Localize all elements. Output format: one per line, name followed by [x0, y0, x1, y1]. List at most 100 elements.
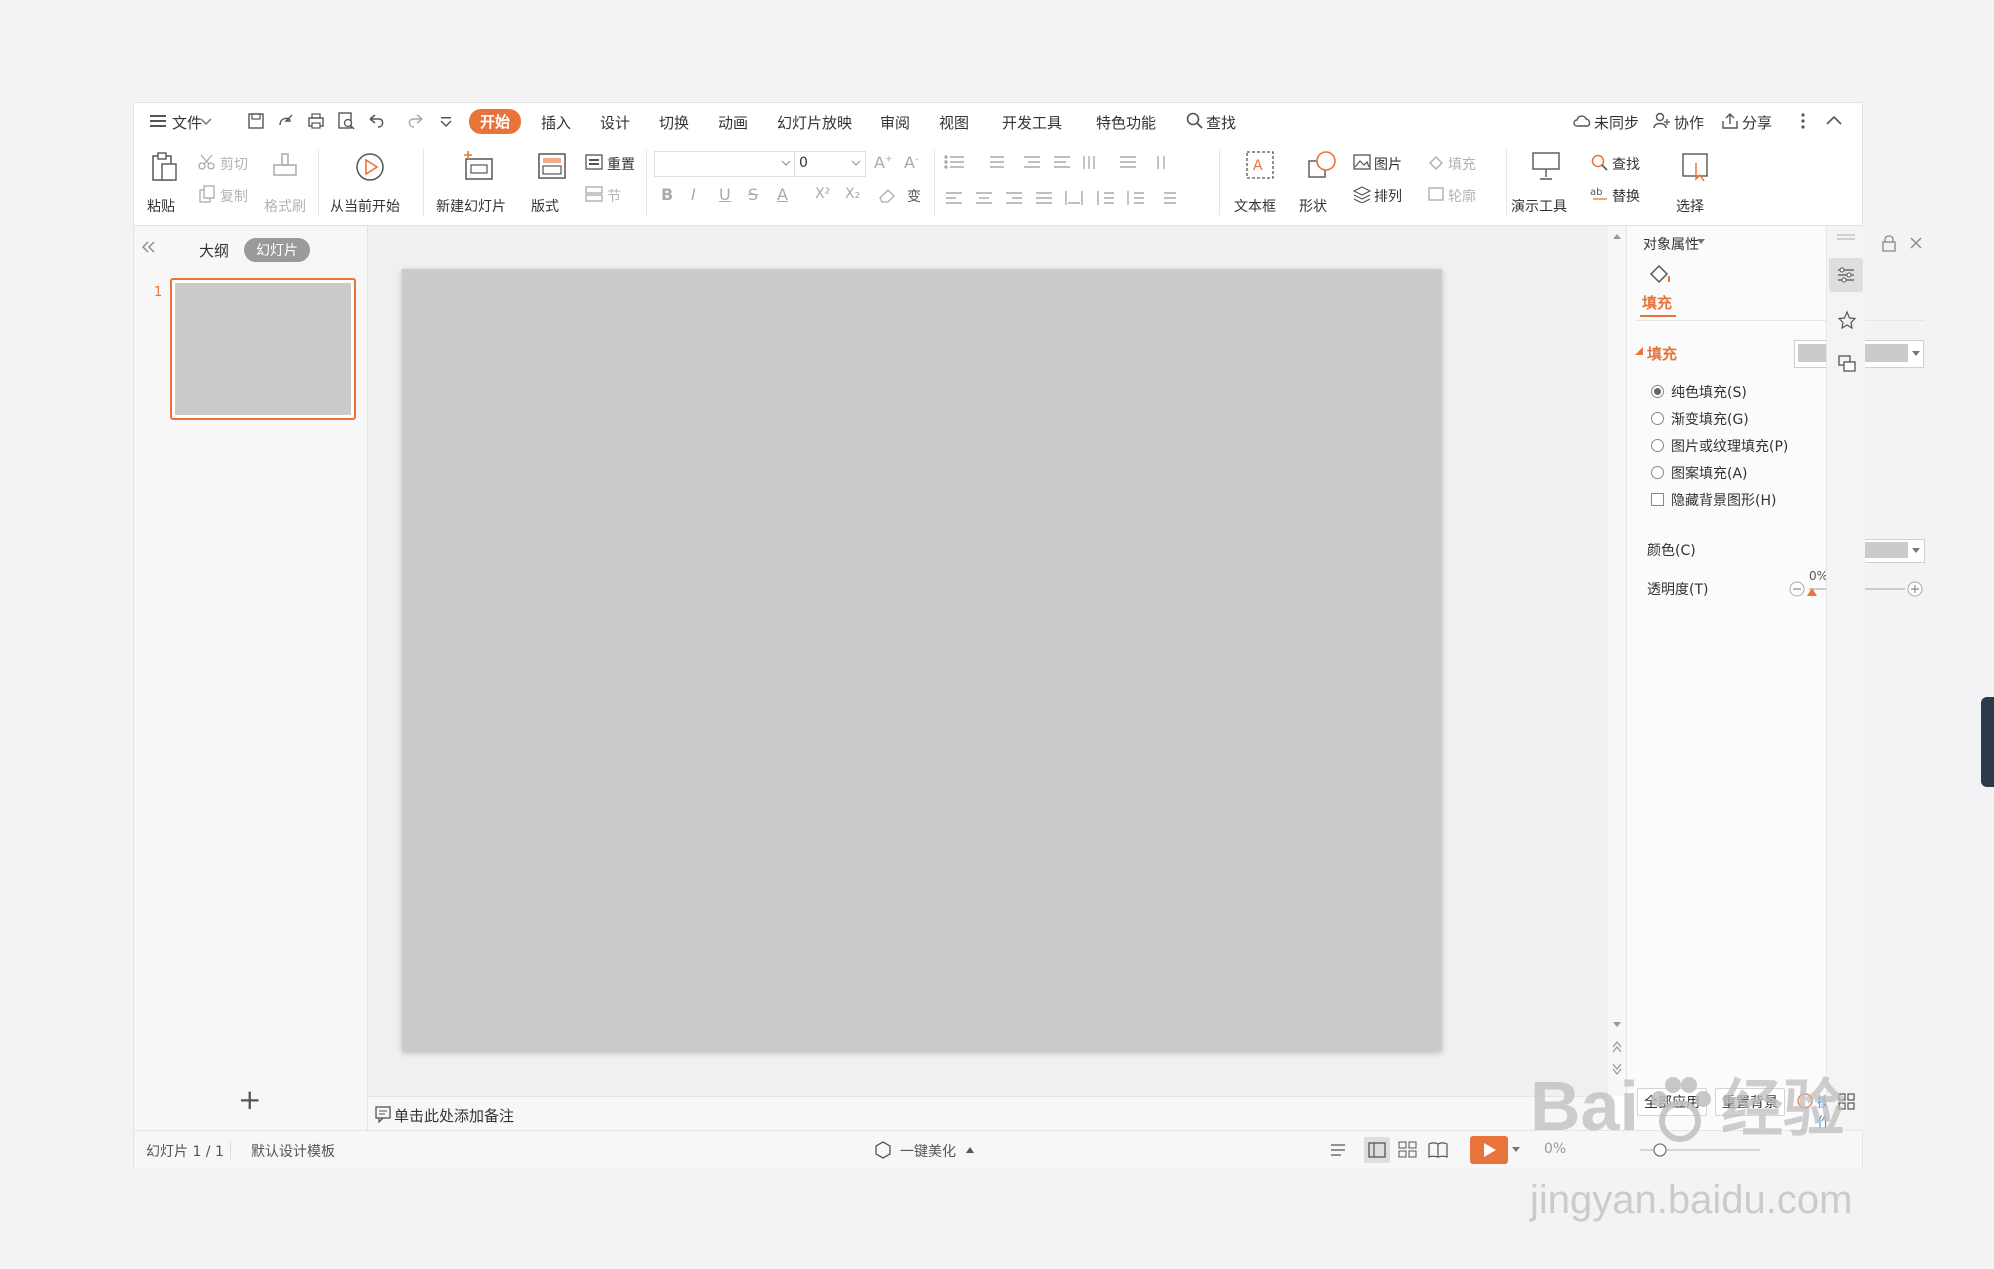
undo-icon[interactable] — [366, 111, 386, 131]
fill-button[interactable]: 填充 — [1448, 154, 1476, 174]
font-color-button[interactable]: A — [777, 185, 788, 204]
tab-transitions[interactable]: 切换 — [659, 112, 689, 133]
reset-icon[interactable] — [584, 153, 604, 171]
arrange-button[interactable]: 排列 — [1374, 186, 1402, 206]
gradient-fill-radio[interactable] — [1651, 412, 1664, 425]
strikethrough-button[interactable]: S — [748, 185, 758, 204]
play-slideshow-button[interactable] — [1470, 1136, 1508, 1164]
paste-icon[interactable] — [150, 151, 180, 183]
select-button[interactable]: 选择 — [1676, 196, 1704, 216]
eraser-icon[interactable] — [877, 186, 897, 204]
hide-background-checkbox[interactable] — [1651, 493, 1664, 506]
bold-button[interactable]: B — [661, 185, 673, 204]
replace-button[interactable]: 替换 — [1612, 186, 1640, 206]
hide-background-label[interactable]: 隐藏背景图形(H) — [1671, 490, 1776, 510]
fill-section-title[interactable]: 填充 — [1647, 343, 1677, 364]
shape-button[interactable]: 形状 — [1299, 196, 1327, 216]
notes-toggle-icon[interactable] — [1329, 1141, 1351, 1159]
scroll-up-icon[interactable] — [1612, 232, 1622, 240]
find-icon[interactable] — [1590, 153, 1610, 171]
section-button[interactable]: 节 — [607, 186, 621, 206]
solid-fill-radio[interactable] — [1651, 385, 1664, 398]
tab-fill[interactable]: 填充 — [1642, 292, 1672, 313]
sync-status[interactable]: 未同步 — [1594, 112, 1639, 133]
collapse-triangle-icon[interactable] — [1635, 347, 1643, 355]
picture-button[interactable]: 图片 — [1374, 154, 1402, 174]
more-vertical-icon[interactable] — [1798, 111, 1818, 131]
solid-fill-label[interactable]: 纯色填充(S) — [1671, 382, 1747, 402]
cut-button[interactable]: 剪切 — [220, 154, 248, 174]
tab-animations[interactable]: 动画 — [718, 112, 748, 133]
customize-dropdown-icon[interactable] — [439, 111, 459, 131]
section-icon[interactable] — [584, 185, 604, 203]
tab-design[interactable]: 设计 — [600, 112, 630, 133]
side-widget-tab[interactable] — [1981, 697, 1994, 787]
play-from-current-icon[interactable] — [354, 151, 386, 183]
textbox-button[interactable]: 文本框 — [1234, 196, 1276, 216]
file-menu[interactable]: 文件 — [172, 112, 202, 133]
picture-icon[interactable] — [1352, 153, 1372, 171]
tab-slides[interactable]: 幻灯片 — [244, 238, 310, 262]
reset-button[interactable]: 重置 — [607, 154, 635, 174]
select-icon[interactable] — [1680, 149, 1712, 183]
increase-font-icon[interactable]: A+ — [874, 153, 893, 172]
cut-icon[interactable] — [198, 153, 216, 171]
transition-icon[interactable] — [1837, 354, 1857, 374]
new-slide-icon[interactable] — [462, 149, 496, 183]
tab-home[interactable]: 开始 — [469, 109, 522, 134]
decrease-font-icon[interactable]: A- — [904, 153, 918, 172]
export-icon[interactable] — [276, 111, 296, 131]
share-button[interactable]: 分享 — [1742, 112, 1772, 133]
layout-button[interactable]: 版式 — [531, 196, 559, 216]
new-slide-button[interactable]: 新建幻灯片 — [436, 196, 506, 216]
arrange-icon[interactable] — [1352, 185, 1372, 203]
tab-developer[interactable]: 开发工具 — [1002, 112, 1062, 133]
text-effect-button[interactable]: 变 — [907, 186, 921, 206]
tab-insert[interactable]: 插入 — [541, 112, 571, 133]
chevron-down-icon[interactable] — [1512, 1147, 1520, 1153]
template-name[interactable]: 默认设计模板 — [251, 1141, 335, 1161]
chevron-up-icon[interactable] — [966, 1147, 974, 1153]
tab-features[interactable]: 特色功能 — [1096, 112, 1156, 133]
previous-slide-icon[interactable] — [1612, 1040, 1622, 1054]
slide-thumbnail[interactable] — [170, 278, 356, 420]
notes-bar[interactable]: 单击此处添加备注 — [368, 1096, 1608, 1131]
pane-title[interactable]: 对象属性 — [1643, 234, 1699, 254]
outline-button[interactable]: 轮廓 — [1448, 186, 1476, 206]
collaborate-icon[interactable] — [1652, 111, 1672, 131]
textbox-icon[interactable]: A — [1244, 149, 1276, 183]
paste-button[interactable]: 粘贴 — [147, 196, 175, 216]
underline-button[interactable]: U — [719, 185, 731, 204]
superscript-button[interactable]: X² — [815, 186, 830, 202]
cloud-sync-icon[interactable] — [1572, 111, 1592, 131]
replace-icon[interactable]: ab — [1590, 185, 1610, 203]
scroll-down-icon[interactable] — [1612, 1021, 1622, 1029]
layout-icon[interactable] — [536, 151, 568, 181]
vertical-scrollbar[interactable] — [1608, 226, 1626, 1096]
subscript-button[interactable]: X₂ — [845, 186, 860, 202]
hamburger-icon[interactable] — [150, 113, 170, 133]
copy-icon[interactable] — [198, 185, 216, 203]
search-icon[interactable] — [1186, 112, 1206, 132]
copy-button[interactable]: 复制 — [220, 186, 248, 206]
normal-view-button[interactable] — [1364, 1137, 1390, 1163]
outline-icon[interactable] — [1426, 185, 1446, 203]
collapse-panel-icon[interactable] — [140, 240, 156, 254]
minus-icon[interactable] — [1789, 581, 1805, 597]
chevron-down-icon[interactable] — [200, 117, 220, 137]
font-size-input[interactable]: 0 — [794, 151, 866, 177]
collapse-ribbon-icon[interactable] — [1824, 111, 1844, 131]
shape-icon[interactable] — [1306, 149, 1338, 183]
pattern-fill-label[interactable]: 图案填充(A) — [1671, 463, 1748, 483]
print-icon[interactable] — [306, 111, 326, 131]
gradient-fill-label[interactable]: 渐变填充(G) — [1671, 409, 1749, 429]
picture-fill-label[interactable]: 图片或纹理填充(P) — [1671, 436, 1788, 456]
find-button[interactable]: 查找 — [1612, 154, 1640, 174]
beautify-icon[interactable] — [874, 1141, 892, 1159]
fill-bucket-icon[interactable] — [1647, 262, 1673, 286]
animation-star-icon[interactable] — [1837, 310, 1857, 330]
tab-slideshow[interactable]: 幻灯片放映 — [777, 112, 852, 133]
chevron-down-icon[interactable] — [1697, 239, 1705, 245]
presentation-tools-icon[interactable] — [1530, 149, 1562, 183]
plus-icon[interactable] — [1907, 581, 1923, 597]
